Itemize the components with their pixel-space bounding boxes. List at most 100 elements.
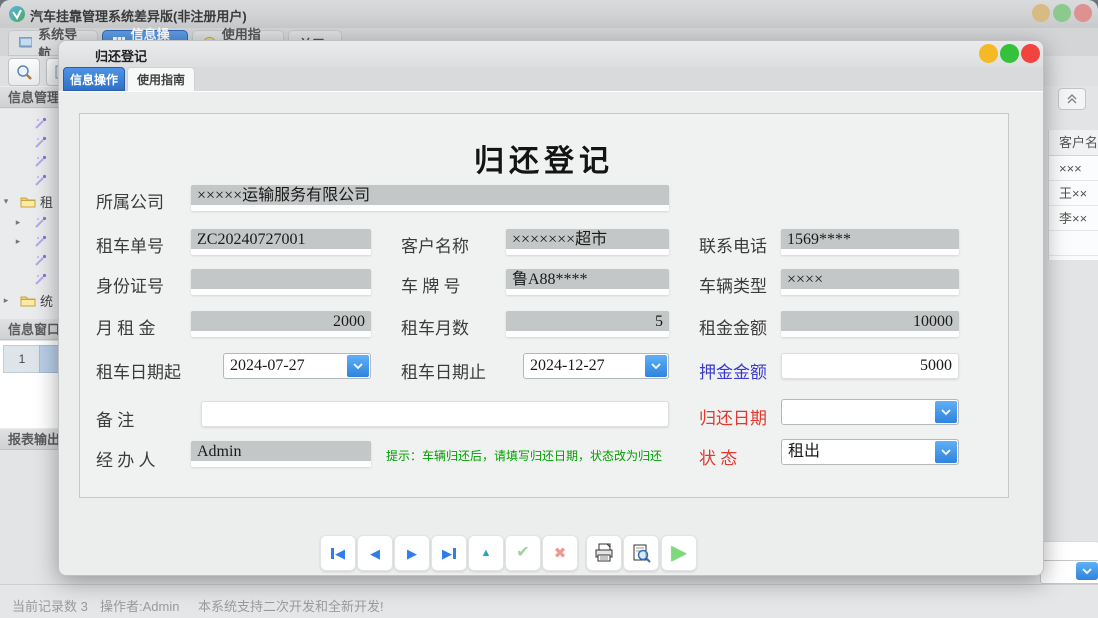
dialog-maximize-button[interactable] <box>1000 44 1019 63</box>
nav-first-button[interactable]: ◀ <box>320 535 356 571</box>
last-record-icon <box>453 548 456 559</box>
field-vehicle-type: ×××× <box>781 269 959 295</box>
label-status: 状 态 <box>699 444 737 469</box>
play-icon: ▶ <box>671 543 686 563</box>
return-date-picker[interactable] <box>781 399 959 425</box>
print-preview-icon <box>631 543 651 563</box>
combo-dropdown-button[interactable] <box>1076 562 1098 580</box>
desktop: 汽车挂靠管理系统差异版(非注册用户) 系统导航 信息操作 ? 使用指南 关于 信… <box>0 0 1098 618</box>
return-date-dropdown-button[interactable] <box>935 401 957 423</box>
field-rent-months: 5 <box>506 311 669 337</box>
grid-row-number[interactable]: 1 <box>3 345 41 373</box>
print-button[interactable] <box>586 535 622 571</box>
nav-prior-button[interactable]: ◀ <box>357 535 393 571</box>
status-value: 租出 <box>788 441 932 463</box>
date-from-value: 2024-07-27 <box>230 355 344 377</box>
status-operator: 操作者:Admin <box>100 596 179 615</box>
expander-open-icon[interactable]: ▾ <box>0 196 12 207</box>
cancel-icon: ✖ <box>554 546 567 561</box>
label-remark: 备 注 <box>96 406 134 431</box>
status-dropdown-button[interactable] <box>935 441 957 463</box>
execute-button[interactable]: ▶ <box>661 535 697 571</box>
label-plate-no: 车 牌 号 <box>401 272 461 297</box>
nav-edit-button[interactable]: ▲ <box>468 535 504 571</box>
chevron-down-icon <box>353 363 363 370</box>
customer-grid-row[interactable]: ××× <box>1049 156 1098 181</box>
label-date-from: 租车日期起 <box>96 358 181 383</box>
customer-grid-row-empty[interactable] <box>1049 231 1098 256</box>
nav-cancel-button[interactable]: ✖ <box>542 535 578 571</box>
prior-record-icon: ◀ <box>370 547 380 560</box>
double-chevron-up-icon <box>1066 93 1078 105</box>
nav-next-button[interactable]: ▶ <box>394 535 430 571</box>
dialog-tab-guide[interactable]: 使用指南 <box>127 67 195 91</box>
nav-post-button[interactable]: ✔ <box>505 535 541 571</box>
wand-icon <box>34 155 47 168</box>
field-remark[interactable] <box>201 401 669 427</box>
field-deposit[interactable]: 5000 <box>781 353 959 379</box>
field-operator: Admin <box>191 441 371 467</box>
label-id-number: 身份证号 <box>96 272 164 297</box>
collapse-panel-button[interactable] <box>1058 88 1086 110</box>
folder-icon <box>20 195 36 208</box>
field-phone: 1569**** <box>781 229 959 255</box>
customer-grid-row[interactable]: 李×× <box>1049 206 1098 231</box>
field-plate-no: 鲁A88**** <box>506 269 669 295</box>
wand-icon <box>34 117 47 130</box>
maximize-button[interactable] <box>1053 4 1071 22</box>
dialog-tab-info-ops[interactable]: 信息操作 <box>63 67 125 91</box>
statusbar: 当前记录数 3 操作者:Admin 本系统支持二次开发和全新开发! <box>0 584 1098 618</box>
date-to-picker[interactable]: 2024-12-27 <box>523 353 669 379</box>
minimize-button[interactable] <box>1032 4 1050 22</box>
next-record-icon: ▶ <box>407 547 417 560</box>
close-button[interactable] <box>1074 4 1092 22</box>
customer-grid-header: 客户名 <box>1049 130 1098 156</box>
main-window-title: 汽车挂靠管理系统差异版(非注册用户) <box>30 6 247 25</box>
expander-closed-icon[interactable]: ▸ <box>12 217 24 228</box>
expander-closed-icon[interactable]: ▸ <box>12 236 24 247</box>
customer-grid-row[interactable]: 王×× <box>1049 181 1098 206</box>
label-company: 所属公司 <box>96 188 164 213</box>
dialog-tab-label: 信息操作 <box>70 71 118 88</box>
tree-folder-label: 统 <box>40 291 53 310</box>
dialog-titlebar[interactable]: 归还登记 <box>59 41 1043 67</box>
label-rent-amount: 租金金额 <box>699 314 767 339</box>
print-preview-button[interactable] <box>623 535 659 571</box>
wand-icon <box>34 273 47 286</box>
expander-closed-icon[interactable]: ▸ <box>0 295 12 306</box>
status-record-count: 当前记录数 3 <box>12 596 88 615</box>
label-operator: 经 办 人 <box>96 446 156 471</box>
field-id-number <box>191 269 371 295</box>
nav-last-button[interactable]: ▶ <box>431 535 467 571</box>
wand-icon <box>34 254 47 267</box>
dialog-close-button[interactable] <box>1021 44 1040 63</box>
wand-icon <box>34 235 47 248</box>
wand-icon <box>34 136 47 149</box>
folder-icon <box>20 294 36 307</box>
label-deposit: 押金金额 <box>699 358 767 383</box>
date-from-dropdown-button[interactable] <box>347 355 369 377</box>
search-button[interactable] <box>8 58 40 86</box>
field-order-no: ZC20240727001 <box>191 229 371 255</box>
chevron-down-icon <box>651 363 661 370</box>
field-monthly-rent: 2000 <box>191 311 371 337</box>
label-monthly-rent: 月 租 金 <box>96 314 156 339</box>
dialog-tab-label: 使用指南 <box>137 71 185 88</box>
magnifier-icon <box>16 64 32 80</box>
label-rent-months: 租车月数 <box>401 314 469 339</box>
date-from-picker[interactable]: 2024-07-27 <box>223 353 371 379</box>
background-combobox[interactable] <box>1040 560 1098 584</box>
field-company: ×××××运输服务有限公司 <box>191 185 669 211</box>
monitor-icon <box>19 37 32 49</box>
field-rent-amount: 10000 <box>781 311 959 337</box>
printer-icon <box>594 543 614 563</box>
status-select[interactable]: 租出 <box>781 439 959 465</box>
label-order-no: 租车单号 <box>96 232 164 257</box>
form-title: 归还登记 <box>79 136 1009 180</box>
label-phone: 联系电话 <box>699 232 767 257</box>
date-to-dropdown-button[interactable] <box>645 355 667 377</box>
dialog-minimize-button[interactable] <box>979 44 998 63</box>
hint-text: 提示：车辆归还后，请填写归还日期，状态改为归还 <box>386 447 692 464</box>
first-record-icon <box>331 548 334 559</box>
app-logo-icon <box>8 5 26 23</box>
